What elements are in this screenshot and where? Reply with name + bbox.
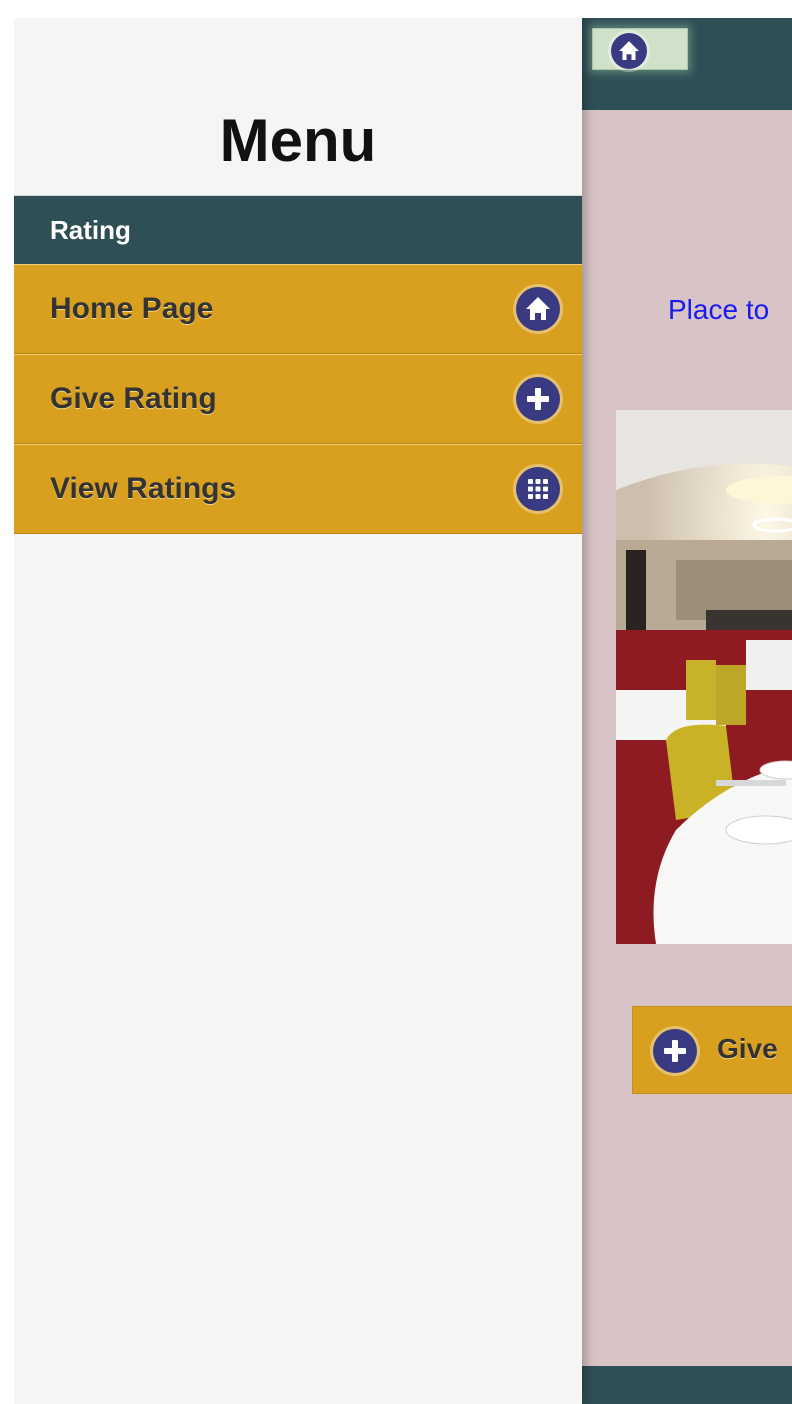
- restaurant-photo: [616, 410, 792, 944]
- menu-title: Menu: [219, 107, 377, 174]
- app-frame: Place to Give Menu Rating Home Page Give…: [14, 18, 792, 1404]
- header-home-button[interactable]: [592, 28, 688, 70]
- page-header: [582, 18, 792, 110]
- plus-icon: [653, 1029, 697, 1073]
- menu-item-label: Give Rating: [50, 382, 217, 415]
- plus-icon: [516, 377, 560, 421]
- give-rating-button-label: Give: [717, 1033, 778, 1064]
- main-page: Place to Give: [582, 18, 792, 1404]
- menu-panel-header: Menu: [14, 18, 582, 196]
- menu-item-label: Home Page: [50, 292, 214, 325]
- menu-item-home-page[interactable]: Home Page: [14, 264, 582, 354]
- home-icon: [611, 33, 647, 69]
- menu-panel: Menu Rating Home Page Give Rating View R…: [14, 18, 582, 1404]
- page-tagline: Place to: [668, 294, 770, 325]
- grid-icon: [516, 467, 560, 511]
- menu-divider-rating: Rating: [14, 196, 582, 264]
- page-footer: [582, 1366, 792, 1404]
- menu-item-view-ratings[interactable]: View Ratings: [14, 444, 582, 534]
- menu-item-label: View Ratings: [50, 472, 237, 505]
- give-rating-button[interactable]: Give: [632, 1006, 792, 1094]
- menu-item-give-rating[interactable]: Give Rating: [14, 354, 582, 444]
- home-icon: [516, 287, 560, 331]
